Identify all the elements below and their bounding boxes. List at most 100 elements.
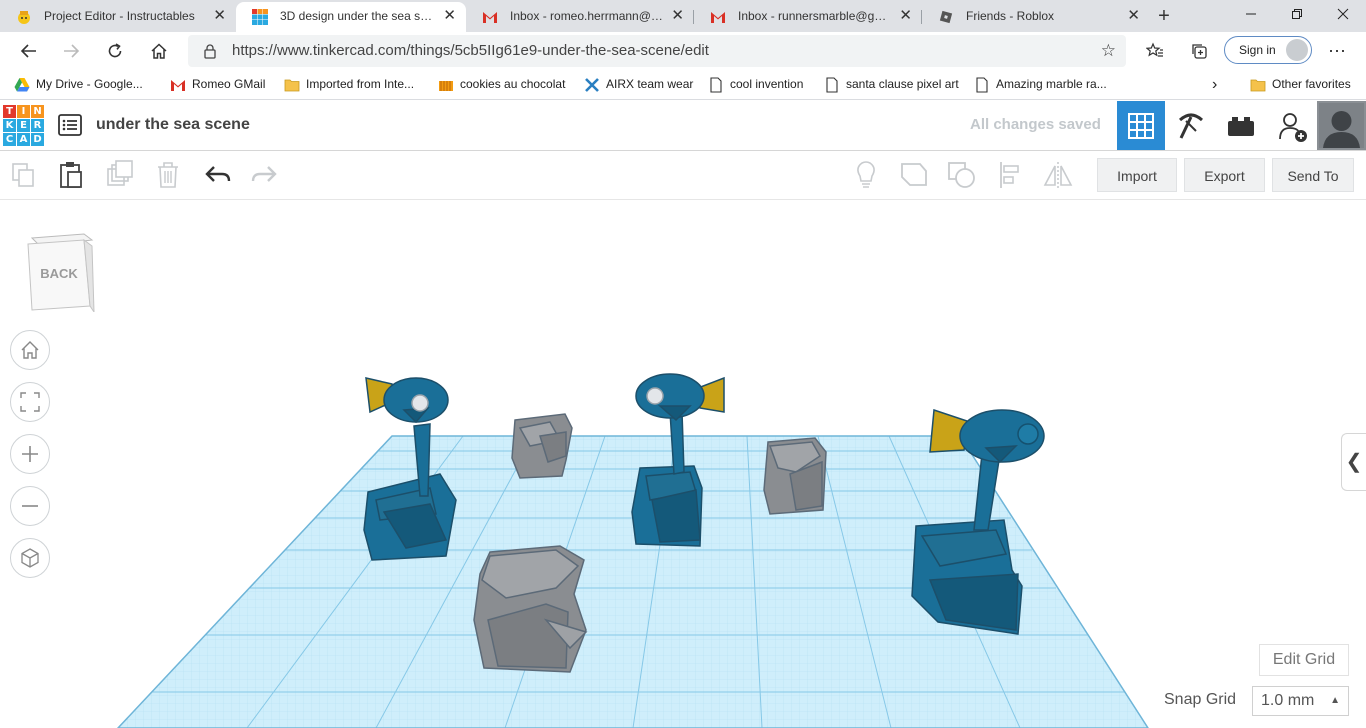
mirror-icon[interactable]	[1042, 159, 1074, 191]
airx-icon	[585, 78, 599, 92]
close-icon[interactable]: ✕	[213, 2, 226, 30]
collections-icon	[1192, 44, 1207, 59]
favorite-star-icon[interactable]: ☆	[1101, 35, 1116, 67]
copy-icon[interactable]	[8, 159, 40, 191]
edit-grid-button[interactable]: Edit Grid	[1259, 644, 1349, 676]
folder-icon	[1250, 79, 1266, 92]
home-button[interactable]	[144, 36, 174, 66]
refresh-button[interactable]	[100, 36, 130, 66]
sign-in-button[interactable]: Sign in	[1224, 36, 1312, 64]
collections-button[interactable]	[1184, 36, 1214, 66]
new-tab-button[interactable]: +	[1150, 2, 1178, 30]
lightbulb-icon[interactable]	[850, 159, 882, 191]
snap-grid-select[interactable]: 1.0 mm ▲	[1252, 686, 1349, 716]
snap-grid-label: Snap Grid	[1164, 691, 1237, 708]
tab-gmail-romeo[interactable]: Inbox - romeo.herrmann@con ✕	[466, 2, 694, 32]
bricks-view-button[interactable]	[1216, 101, 1264, 150]
close-icon	[1337, 8, 1349, 20]
cube-icon	[21, 548, 39, 568]
close-icon[interactable]: ✕	[1127, 2, 1140, 30]
recipe-icon	[439, 81, 453, 91]
gray-rock-shape[interactable]	[511, 413, 573, 479]
plus-icon	[22, 446, 38, 462]
bookmark-other-favorites[interactable]: Other favorites	[1250, 70, 1351, 99]
export-button[interactable]: Export	[1184, 158, 1265, 192]
panel-collapse-chevron-icon[interactable]: ❮	[1341, 433, 1366, 491]
gray-rock-shape[interactable]	[763, 437, 827, 515]
bookmark-cookies[interactable]: cookies au chocolat	[438, 70, 565, 99]
favorites-button[interactable]	[1140, 36, 1170, 66]
view-cube[interactable]: BACK	[22, 230, 98, 312]
minimize-icon	[1246, 13, 1256, 15]
bookmark-my-drive[interactable]: My Drive - Google...	[14, 70, 143, 99]
paste-icon[interactable]	[55, 159, 87, 191]
logo-letter: D	[31, 133, 44, 146]
bookmark-marble-race[interactable]: Amazing marble ra...	[974, 70, 1107, 99]
pickaxe-icon	[1178, 113, 1204, 139]
url-text[interactable]: https://www.tinkercad.com/things/5cb5IIg…	[232, 35, 709, 67]
restore-button[interactable]	[1274, 0, 1320, 32]
avatar	[1319, 103, 1364, 148]
gray-rock-shape[interactable]	[473, 545, 588, 673]
3d-design-view-button[interactable]	[1117, 101, 1165, 150]
design-title[interactable]: under the sea scene	[96, 101, 250, 149]
import-button[interactable]: Import	[1097, 158, 1177, 192]
tab-gmail-runners[interactable]: Inbox - runnersmarble@gmail ✕	[694, 2, 922, 32]
bookmarks-overflow-chevron-icon[interactable]: ›	[1212, 70, 1217, 99]
minus-icon	[22, 505, 38, 507]
minimize-button[interactable]	[1228, 0, 1274, 32]
arrow-left-icon	[20, 44, 36, 58]
logo-letter: I	[17, 105, 30, 118]
bookmark-imported[interactable]: Imported from Inte...	[284, 70, 414, 99]
home-icon	[151, 43, 167, 59]
tinkercad-icon	[252, 9, 268, 25]
tinkercad-logo[interactable]: TIN KER CAD	[3, 105, 45, 147]
zoom-in-button[interactable]	[10, 434, 50, 474]
workplane-viewport[interactable]: BACK ❮ Edit Grid Snap Grid 1.0 mm ▲	[0, 200, 1366, 728]
add-user-icon	[1279, 113, 1307, 142]
bookmark-santa-pixel-art[interactable]: santa clause pixel art	[824, 70, 959, 99]
tab-tinkercad[interactable]: 3D design under the sea scene ✕	[236, 2, 466, 32]
minecraft-view-button[interactable]	[1166, 101, 1214, 150]
fit-view-button[interactable]	[10, 382, 50, 422]
bookmark-airx[interactable]: AIRX team wear	[584, 70, 693, 99]
logo-letter: E	[17, 119, 30, 132]
close-icon[interactable]: ✕	[443, 2, 456, 30]
arrow-right-icon	[64, 44, 80, 58]
save-status: All changes saved	[970, 116, 1101, 133]
ungroup-icon[interactable]	[946, 159, 978, 191]
logo-letter: N	[31, 105, 44, 118]
forward-button[interactable]	[56, 36, 86, 66]
redo-icon[interactable]	[248, 159, 280, 191]
3d-scene[interactable]	[0, 200, 1366, 728]
back-button[interactable]	[14, 36, 44, 66]
page-icon	[710, 77, 722, 93]
align-icon[interactable]	[994, 159, 1026, 191]
send-to-button[interactable]: Send To	[1272, 158, 1354, 192]
tab-roblox[interactable]: Friends - Roblox ✕	[922, 2, 1150, 32]
profile-avatar-icon	[1286, 39, 1308, 61]
page-icon	[826, 77, 838, 93]
group-icon[interactable]	[898, 159, 930, 191]
settings-menu-button[interactable]: ⋯	[1322, 36, 1352, 66]
design-list-icon[interactable]	[58, 114, 82, 136]
invite-collaborator-button[interactable]	[1268, 101, 1316, 150]
brick-icon	[1228, 117, 1254, 136]
duplicate-icon[interactable]	[104, 159, 136, 191]
bookmark-cool-invention[interactable]: cool invention	[708, 70, 803, 99]
bookmark-romeo-gmail[interactable]: Romeo GMail	[170, 70, 265, 99]
perspective-toggle-button[interactable]	[10, 538, 50, 578]
address-bar[interactable]: https://www.tinkercad.com/things/5cb5IIg…	[188, 35, 1126, 67]
zoom-out-button[interactable]	[10, 486, 50, 526]
tab-instructables[interactable]: Project Editor - Instructables ✕	[0, 2, 236, 32]
home-view-button[interactable]	[10, 330, 50, 370]
close-window-button[interactable]	[1320, 0, 1366, 32]
logo-letter: R	[31, 119, 44, 132]
trash-icon[interactable]	[152, 159, 184, 191]
close-icon[interactable]: ✕	[899, 2, 912, 30]
undo-icon[interactable]	[202, 159, 234, 191]
close-icon[interactable]: ✕	[671, 2, 684, 30]
user-avatar-button[interactable]	[1317, 101, 1366, 150]
bookmarks-bar: My Drive - Google... Romeo GMail Importe…	[0, 70, 1366, 100]
fit-to-view-icon	[20, 392, 40, 412]
